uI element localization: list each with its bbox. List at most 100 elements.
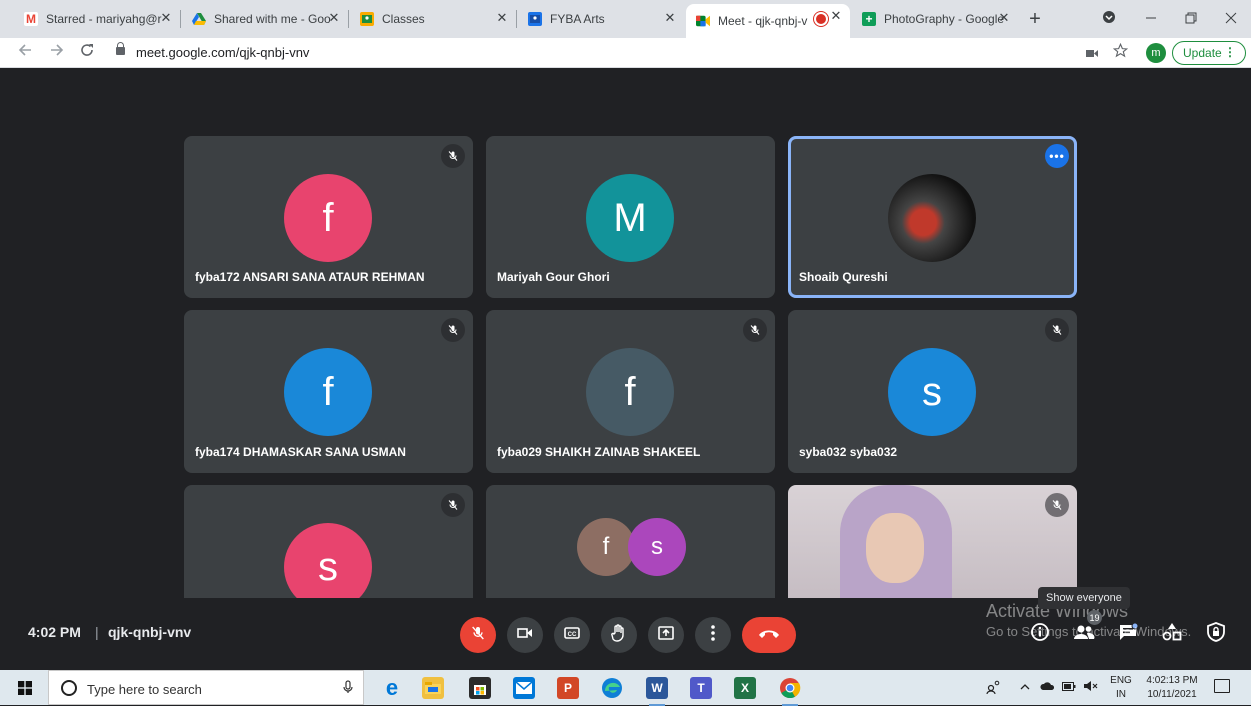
participant-name: fyba172 ANSARI SANA ATAUR REHMAN (195, 270, 425, 284)
minimize-icon[interactable] (1136, 6, 1166, 32)
google-drive-icon (192, 12, 206, 26)
participant-avatar: s (888, 348, 976, 436)
mic-off-icon (743, 318, 767, 342)
camera-toggle-button[interactable] (507, 617, 543, 653)
close-icon[interactable]: ✕ (828, 8, 844, 24)
tab-photography-sheet[interactable]: + PhotoGraphy - Google ✕ (852, 6, 1018, 32)
participant-video-tile[interactable] (788, 485, 1077, 598)
tab-title: Shared with me - Goo (214, 12, 331, 26)
mic-off-icon (470, 625, 486, 646)
edge-legacy-icon[interactable]: e (381, 675, 403, 700)
tab-classes[interactable]: Classes ✕ (350, 6, 517, 32)
taskbar-clock[interactable]: 4:02:13 PM 10/11/2021 (1142, 674, 1202, 702)
google-meet-icon (696, 14, 710, 28)
input-language-indicator[interactable]: ENG IN (1108, 674, 1134, 702)
tab-google-meet[interactable]: Meet - qjk-qnbj-v ✕ (686, 4, 850, 38)
tab-fyba-arts[interactable]: FYBA Arts ✕ (518, 6, 684, 32)
excel-icon[interactable]: X (734, 677, 756, 699)
taskbar-search-box[interactable]: Type here to search (48, 670, 364, 705)
participant-avatar: f (284, 348, 372, 436)
tab-search-icon[interactable] (1094, 6, 1124, 32)
participant-tile[interactable]: f fyba172 ANSARI SANA ATAUR REHMAN (184, 136, 473, 298)
taskbar-search-placeholder: Type here to search (87, 682, 202, 697)
powerpoint-icon[interactable]: P (557, 677, 579, 699)
mic-off-icon (1045, 493, 1069, 517)
leave-call-button[interactable] (742, 617, 796, 653)
tab-google-drive[interactable]: Shared with me - Goo ✕ (182, 6, 349, 32)
microphone-toggle-button[interactable] (460, 617, 496, 653)
activate-windows-subtext: Go to Settings to activate Windows. (986, 624, 1192, 639)
participant-avatar: s (628, 518, 686, 576)
participant-avatar: f (284, 174, 372, 262)
participant-tile-active-speaker[interactable]: ••• Shoaib Qureshi (788, 136, 1077, 298)
chrome-icon[interactable] (779, 677, 801, 706)
meeting-info-divider: | (95, 624, 99, 640)
google-classroom-icon (528, 12, 542, 26)
language-code: ENG (1110, 675, 1132, 686)
restore-icon[interactable] (1176, 6, 1206, 32)
word-icon[interactable]: W (646, 677, 668, 706)
participant-photo-avatar (888, 174, 976, 262)
closed-captions-icon: CC (564, 626, 580, 645)
browser-tab-strip: M Starred - mariyahg@r ✕ Shared with me … (0, 0, 1251, 38)
profile-avatar[interactable]: m (1146, 43, 1166, 63)
back-icon[interactable] (14, 42, 36, 64)
more-options-icon[interactable]: ••• (1045, 144, 1069, 168)
raise-hand-button[interactable] (601, 617, 637, 653)
tab-title: Meet - qjk-qnbj-v (718, 14, 808, 28)
participant-avatar: s (284, 523, 372, 598)
close-icon[interactable]: ✕ (158, 10, 174, 26)
close-icon[interactable]: ✕ (996, 10, 1012, 26)
participant-avatar: f (586, 348, 674, 436)
windows-start-icon[interactable] (18, 681, 32, 695)
more-options-button[interactable] (695, 617, 731, 653)
participant-count-badge: 19 (1087, 610, 1102, 625)
region-code: IN (1116, 689, 1126, 700)
microsoft-store-icon[interactable] (469, 677, 491, 699)
captions-button[interactable]: CC (554, 617, 590, 653)
mail-icon[interactable] (513, 677, 535, 699)
bookmark-star-icon[interactable] (1110, 42, 1130, 63)
participant-tile[interactable]: f fyba174 DHAMASKAR SANA USMAN (184, 310, 473, 473)
chevron-up-icon[interactable] (1020, 680, 1030, 694)
close-icon[interactable]: ✕ (494, 10, 510, 26)
tab-title: Classes (382, 12, 425, 26)
new-tab-button[interactable]: + (1024, 8, 1046, 30)
reload-icon[interactable] (76, 42, 98, 64)
notification-center-icon[interactable] (1214, 679, 1230, 693)
windows-taskbar: Type here to search e P W T X ENG IN 4:0… (0, 670, 1251, 706)
participant-name: Mariyah Gour Ghori (497, 270, 610, 284)
window-close-icon[interactable] (1216, 6, 1246, 32)
mic-off-icon (1045, 318, 1069, 342)
close-icon[interactable]: ✕ (662, 10, 678, 26)
participant-tile[interactable]: f fyba029 SHAIKH ZAINAB SHAKEEL (486, 310, 775, 473)
camera-in-use-icon[interactable] (1082, 43, 1102, 63)
svg-text:CC: CC (568, 632, 577, 638)
participant-tile[interactable]: s (184, 485, 473, 598)
address-bar-url[interactable]: meet.google.com/qjk-qnbj-vnv (136, 45, 309, 60)
participant-tile[interactable]: M Mariyah Gour Ghori (486, 136, 775, 298)
volume-icon[interactable] (1084, 680, 1098, 695)
file-explorer-icon[interactable] (422, 677, 444, 699)
participant-group-tile[interactable]: f s (486, 485, 775, 598)
update-button[interactable]: Update ⋮ (1172, 41, 1246, 65)
present-screen-button[interactable] (648, 617, 684, 653)
browser-menu-icon[interactable]: ⋮ (1224, 45, 1236, 59)
participant-tile[interactable]: s syba032 syba032 (788, 310, 1077, 473)
microphone-icon[interactable] (343, 680, 353, 697)
edge-chromium-icon[interactable] (601, 677, 623, 699)
onedrive-icon[interactable] (1040, 680, 1055, 694)
battery-icon[interactable] (1062, 680, 1076, 694)
people-tray-icon[interactable] (986, 680, 1000, 697)
tab-gmail-starred[interactable]: M Starred - mariyahg@r ✕ (14, 6, 181, 32)
teams-icon[interactable]: T (690, 677, 712, 699)
clock-date: 10/11/2021 (1147, 689, 1197, 700)
lock-icon[interactable] (116, 42, 125, 55)
google-classroom-icon (360, 12, 374, 26)
forward-icon[interactable] (46, 42, 68, 64)
participant-avatar: f (577, 518, 635, 576)
host-controls-button[interactable] (1202, 620, 1230, 648)
meeting-code: qjk-qnbj-vnv (108, 624, 192, 640)
mic-off-icon (441, 144, 465, 168)
close-icon[interactable]: ✕ (326, 10, 342, 26)
